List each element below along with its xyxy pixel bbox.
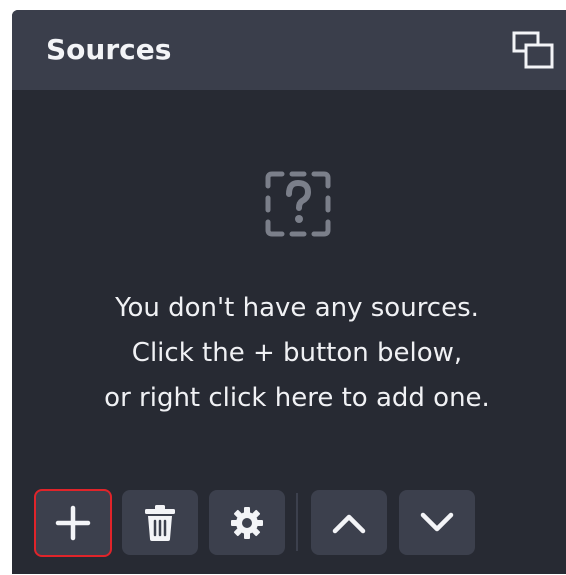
- undock-button[interactable]: [512, 29, 556, 73]
- sources-dock: Sources You don't have any sources. Clic…: [12, 10, 566, 574]
- question-mark-placeholder-icon: [265, 171, 331, 237]
- move-source-up-button[interactable]: [311, 490, 387, 555]
- sources-toolbar: [12, 489, 566, 574]
- remove-source-button[interactable]: [122, 490, 198, 555]
- plus-icon: [55, 505, 91, 541]
- gear-icon: [231, 506, 263, 539]
- dock-title: Sources: [46, 33, 172, 66]
- empty-message-line: or right click here to add one.: [104, 383, 490, 413]
- chevron-down-icon: [420, 512, 454, 531]
- add-source-button[interactable]: [34, 489, 112, 557]
- empty-state-message: You don't have any sources. Click the + …: [32, 286, 562, 421]
- move-source-down-button[interactable]: [399, 490, 475, 555]
- chevron-up-icon: [332, 514, 366, 533]
- trash-icon: [145, 504, 175, 541]
- empty-message-line: Click the + button below,: [131, 338, 463, 368]
- undock-windows-icon: [512, 31, 554, 69]
- dock-header: Sources: [12, 10, 566, 90]
- empty-message-line: You don't have any sources.: [115, 293, 479, 323]
- source-properties-button[interactable]: [209, 490, 285, 555]
- toolbar-separator: [296, 493, 298, 551]
